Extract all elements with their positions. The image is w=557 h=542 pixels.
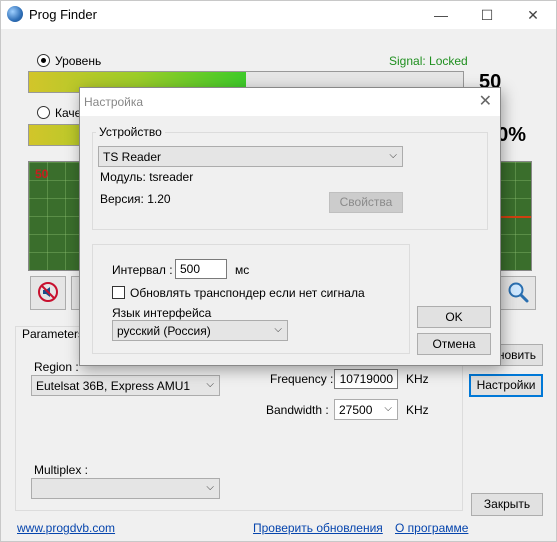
device-group-label: Устройство — [96, 125, 165, 139]
bandwidth-label: Bandwidth : — [266, 403, 329, 417]
maximize-button[interactable]: ☐ — [464, 1, 510, 29]
language-select-value: русский (Россия) — [117, 324, 211, 338]
about-link[interactable]: О программе — [395, 521, 468, 535]
update-transponder-label: Обновлять транспондер если нет сигнала — [130, 286, 365, 300]
globe-icon — [7, 6, 23, 22]
site-link[interactable]: www.progdvb.com — [17, 521, 115, 535]
muted-speaker-icon — [37, 281, 59, 306]
bandwidth-select-value: 27500 — [339, 403, 373, 417]
level-label: Уровень — [55, 54, 102, 68]
settings-button[interactable]: Настройки — [469, 374, 543, 397]
quality-label: Каче — [55, 106, 82, 120]
language-select[interactable]: русский (Россия) ⌵ — [112, 320, 288, 341]
version-text: Версия: 1.20 — [100, 192, 171, 206]
exit-button[interactable]: Закрыть — [471, 493, 543, 516]
search-button[interactable] — [500, 276, 536, 310]
chevron-down-icon: ⌵ — [206, 482, 214, 493]
properties-button[interactable]: Свойства — [329, 192, 403, 213]
language-label: Язык интерфейса — [112, 306, 212, 320]
quality-radio[interactable] — [37, 106, 50, 119]
level-radio[interactable] — [37, 54, 50, 67]
module-text: Модуль: tsreader — [100, 170, 194, 184]
frequency-label: Frequency : — [270, 372, 334, 386]
close-button[interactable]: ✕ — [510, 1, 556, 29]
frequency-input[interactable]: 10719000 — [334, 369, 398, 389]
dialog-title: Настройка — [84, 95, 144, 109]
mute-button[interactable] — [30, 276, 66, 310]
scope-trace — [499, 216, 531, 218]
device-select-value: TS Reader — [103, 150, 162, 164]
minimize-button[interactable]: — — [418, 1, 464, 29]
region-select[interactable]: Eutelsat 36B, Express AMU1 ⌵ — [31, 375, 220, 396]
settings-dialog: Настройка ✕ Устройство TS Reader ⌵ Модул… — [79, 87, 501, 366]
frequency-unit: KHz — [406, 372, 429, 386]
bandwidth-select[interactable]: 27500 ⌵ — [334, 399, 398, 420]
multiplex-label: Multiplex : — [34, 463, 89, 477]
ok-button[interactable]: OK — [417, 306, 491, 328]
region-select-value: Eutelsat 36B, Express AMU1 — [36, 379, 191, 393]
parameters-group-label: Parameters — [19, 327, 88, 341]
magnifier-icon — [506, 280, 530, 307]
title-bar: Prog Finder — ☐ ✕ — [1, 1, 556, 29]
chevron-down-icon: ⌵ — [206, 379, 214, 390]
interval-unit: мс — [235, 263, 250, 277]
chevron-down-icon: ⌵ — [389, 150, 397, 161]
interval-input[interactable]: 500 — [175, 259, 227, 279]
device-select[interactable]: TS Reader ⌵ — [98, 146, 403, 167]
multiplex-select[interactable]: ⌵ — [31, 478, 220, 499]
window-title: Prog Finder — [29, 7, 97, 22]
update-transponder-checkbox[interactable] — [112, 286, 125, 299]
signal-status: Signal: Locked — [389, 54, 468, 68]
chevron-down-icon: ⌵ — [274, 324, 282, 335]
chevron-down-icon: ⌵ — [384, 403, 392, 414]
bandwidth-unit: KHz — [406, 403, 429, 417]
check-updates-link[interactable]: Проверить обновления — [253, 521, 383, 535]
dialog-close-icon[interactable]: ✕ — [479, 91, 492, 111]
interval-label: Интервал : — [112, 263, 173, 277]
dialog-title-bar: Настройка ✕ — [80, 88, 500, 116]
region-label: Region : — [34, 360, 79, 374]
scope-marker-label: 50 — [35, 167, 49, 181]
cancel-button[interactable]: Отмена — [417, 333, 491, 355]
prog-finder-window: Prog Finder — ☐ ✕ Уровень Signal: Locked… — [0, 0, 557, 542]
